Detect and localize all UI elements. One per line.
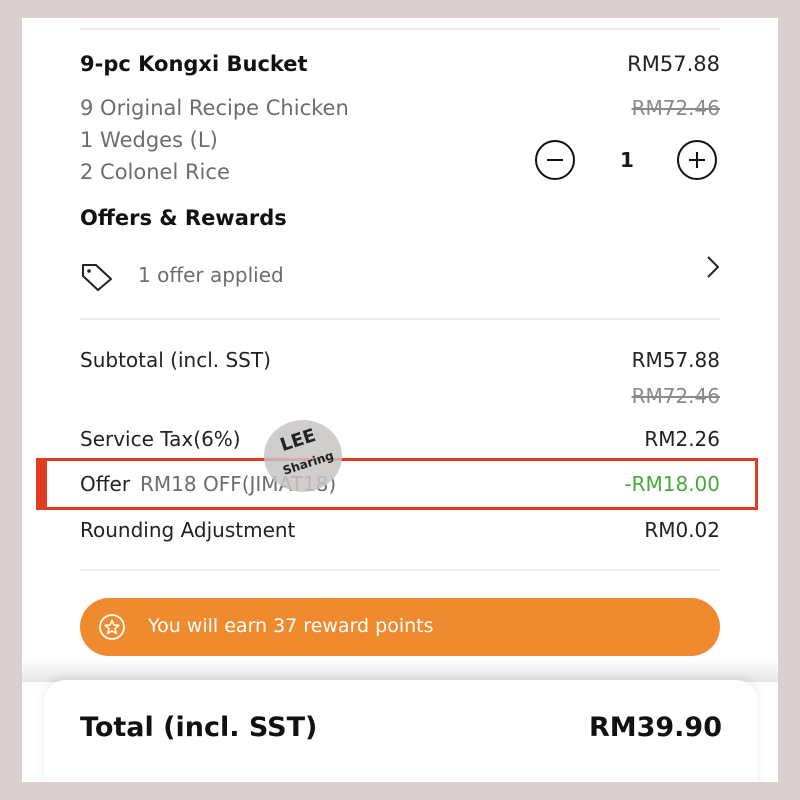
item-description-line: 2 Colonel Rice xyxy=(80,160,230,184)
increase-quantity-button[interactable] xyxy=(677,140,717,180)
divider xyxy=(80,28,720,30)
offers-rewards-title: Offers & Rewards xyxy=(80,206,287,230)
reward-points-banner: You will earn 37 reward points xyxy=(80,598,720,656)
service-tax-value: RM2.26 xyxy=(644,427,720,451)
chevron-right-icon[interactable] xyxy=(704,254,722,280)
offer-applied-text: 1 offer applied xyxy=(138,263,284,287)
service-tax-label: Service Tax(6%) xyxy=(80,427,241,451)
minus-icon xyxy=(547,159,563,161)
total-panel: Total (incl. SST) RM39.90 xyxy=(44,680,758,782)
rounding-label: Rounding Adjustment xyxy=(80,518,296,542)
divider xyxy=(80,318,720,320)
item-description-line: 9 Original Recipe Chicken xyxy=(80,96,349,120)
rounding-value: RM0.02 xyxy=(644,518,720,542)
watermark-text: LEE xyxy=(277,424,319,457)
item-price: RM57.88 xyxy=(627,52,720,76)
item-original-price: RM72.46 xyxy=(631,96,720,120)
item-description-line: 1 Wedges (L) xyxy=(80,128,218,152)
cart-card: 9-pc Kongxi Bucket RM57.88 RM72.46 9 Ori… xyxy=(22,18,778,782)
decrease-quantity-button[interactable] xyxy=(535,140,575,180)
quantity-value: 1 xyxy=(620,148,634,172)
watermark-logo: LEE Sharing xyxy=(264,420,342,492)
divider xyxy=(80,569,720,571)
subtotal-value: RM57.88 xyxy=(631,348,720,372)
offer-label: Offer xyxy=(80,472,131,496)
reward-points-text: You will earn 37 reward points xyxy=(148,615,434,637)
offer-value: -RM18.00 xyxy=(624,472,720,496)
subtotal-label: Subtotal (incl. SST) xyxy=(80,348,271,372)
total-value: RM39.90 xyxy=(588,712,722,743)
subtotal-original-value: RM72.46 xyxy=(631,384,720,408)
scroll-shadow xyxy=(22,658,778,682)
total-label: Total (incl. SST) xyxy=(80,712,318,743)
tag-icon xyxy=(82,264,112,291)
item-name: 9-pc Kongxi Bucket xyxy=(80,52,308,76)
star-icon xyxy=(99,614,125,640)
